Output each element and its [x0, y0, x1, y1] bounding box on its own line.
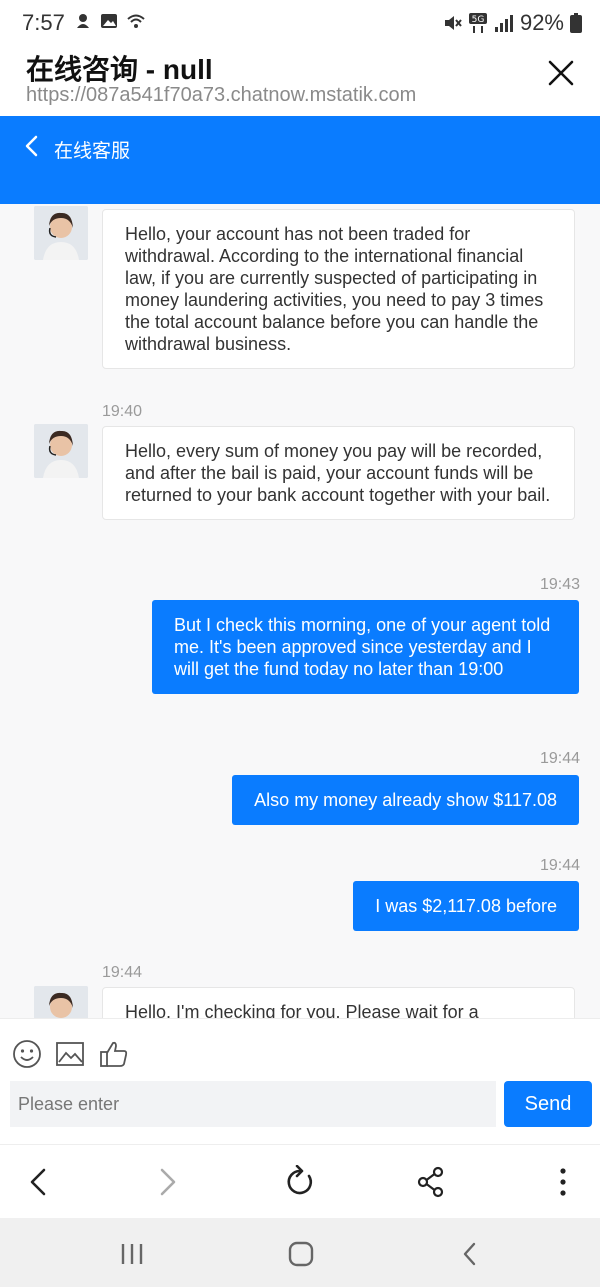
message-input[interactable]: [10, 1081, 496, 1127]
mute-icon: [444, 16, 462, 30]
message-time: 19:43: [539, 576, 580, 593]
home-icon[interactable]: [287, 1240, 315, 1268]
5g-icon: 5G: [468, 13, 487, 33]
agent-avatar: [34, 986, 88, 1018]
recents-icon[interactable]: [118, 1240, 146, 1268]
gallery-icon: [101, 14, 117, 28]
app-bar: 在线客服: [0, 116, 600, 204]
status-time: 7:57: [22, 10, 65, 35]
browser-nav: [0, 1144, 600, 1218]
agent-message: Hello, I'm checking for you. Please wait…: [102, 987, 575, 1018]
back-arrow-icon[interactable]: [22, 134, 42, 158]
wifi-icon: [127, 14, 145, 28]
page-url[interactable]: https://087a541f70a73.chatnow.mstatik.co…: [26, 84, 416, 107]
share-icon[interactable]: [414, 1165, 448, 1199]
app-title: 在线客服: [54, 141, 131, 162]
system-nav: [0, 1218, 600, 1287]
battery-icon: [570, 13, 582, 33]
message-time: 19:40: [102, 403, 143, 420]
close-icon[interactable]: [546, 58, 576, 88]
reload-icon[interactable]: [283, 1165, 317, 1199]
chat-area[interactable]: Hello, your account has not been traded …: [0, 204, 600, 1018]
message-time: 19:44: [539, 857, 580, 874]
more-icon[interactable]: [546, 1165, 580, 1199]
page-title: 在线咨询 - null: [26, 54, 213, 85]
image-icon[interactable]: [55, 1039, 85, 1069]
thumbs-up-icon[interactable]: [99, 1039, 129, 1069]
agent-message: Hello, your account has not been traded …: [102, 209, 575, 369]
notification-icon: [77, 14, 89, 28]
agent-avatar: [34, 206, 88, 260]
send-button[interactable]: Send: [504, 1081, 592, 1127]
svg-text:5G: 5G: [472, 15, 485, 25]
composer: Send: [0, 1078, 600, 1144]
signal-icon: [494, 15, 513, 32]
status-bar: 7:57 5G 92%: [0, 0, 600, 44]
user-message: Also my money already show $117.08: [232, 775, 579, 825]
emoji-icon[interactable]: [12, 1039, 42, 1069]
forward-icon[interactable]: [150, 1165, 184, 1199]
agent-message: Hello, every sum of money you pay will b…: [102, 426, 575, 520]
chat-toolbar: [0, 1018, 600, 1078]
user-message: But I check this morning, one of your ag…: [152, 600, 579, 694]
back-icon[interactable]: [22, 1165, 56, 1199]
user-message: I was $2,117.08 before: [353, 881, 579, 931]
system-back-icon[interactable]: [456, 1240, 484, 1268]
battery-level: 92%: [519, 10, 564, 35]
agent-avatar: [34, 424, 88, 478]
browser-header: 在线咨询 - null https://087a541f70a73.chatno…: [0, 44, 600, 116]
message-time: 19:44: [102, 964, 143, 981]
message-time: 19:44: [539, 750, 580, 767]
